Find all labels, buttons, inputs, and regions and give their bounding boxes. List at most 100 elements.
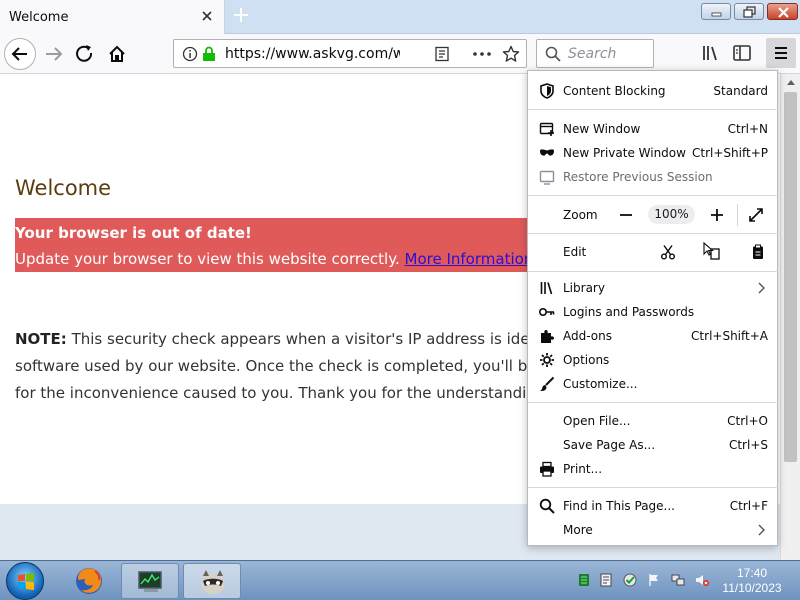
menu-shortcut: Ctrl+N — [727, 122, 768, 136]
app-menu-panel: Content Blocking Standard New Window Ctr… — [527, 70, 779, 546]
menu-divider — [528, 109, 779, 110]
tray-document-icon[interactable] — [599, 573, 613, 587]
tab-strip: Welcome — [0, 0, 800, 34]
note-text-1: This security check appears when a visit… — [71, 330, 578, 348]
menu-item-find[interactable]: Find in This Page... Ctrl+F — [528, 494, 779, 518]
taskbar-firefox[interactable] — [60, 563, 118, 599]
restore-button[interactable] — [734, 3, 764, 20]
bookmark-star-icon[interactable] — [502, 45, 520, 63]
library-icon[interactable] — [700, 42, 722, 64]
home-icon — [109, 45, 125, 62]
taskbar-task-manager[interactable] — [121, 563, 179, 599]
sidebar-icon[interactable] — [731, 42, 753, 64]
menu-divider — [528, 195, 779, 196]
banner-message-text: Update your browser to view this website… — [15, 250, 400, 268]
chevron-right-icon — [758, 282, 765, 294]
cut-scissors-icon[interactable] — [660, 244, 676, 260]
menu-item-library[interactable]: Library — [528, 276, 779, 300]
tray-security-check-icon[interactable] — [623, 573, 637, 587]
content-blocking-status: Standard — [713, 84, 768, 98]
monitor-app-icon — [138, 571, 162, 592]
puzzle-piece-icon — [541, 330, 554, 343]
paste-clipboard-icon[interactable] — [750, 244, 766, 260]
zoom-reset-button[interactable]: 100% — [648, 205, 695, 224]
more-information-link[interactable]: More Information. — [405, 250, 539, 268]
paintbrush-icon — [540, 376, 555, 391]
menu-label: Content Blocking — [563, 84, 666, 98]
banner-message: Update your browser to view this website… — [15, 250, 538, 268]
open-menu-button[interactable] — [766, 38, 796, 68]
tray-flag-icon[interactable] — [647, 573, 661, 587]
forward-button[interactable] — [38, 38, 70, 70]
scroll-up-arrow-icon[interactable] — [786, 78, 796, 86]
menu-item-content-blocking[interactable]: Content Blocking Standard — [528, 79, 779, 103]
restore-icon — [743, 6, 756, 18]
menu-item-options[interactable]: Options — [528, 348, 779, 372]
new-window-icon — [539, 122, 554, 136]
windows-logo-icon — [18, 573, 34, 590]
reload-button[interactable] — [69, 38, 101, 70]
menu-label: Find in This Page... — [563, 499, 675, 513]
new-tab-icon[interactable] — [232, 6, 250, 24]
menu-label: Zoom — [563, 208, 598, 222]
lock-icon[interactable] — [202, 46, 216, 62]
menu-item-save-page[interactable]: Save Page As... Ctrl+S — [528, 433, 779, 457]
taskbar-raccoon-app[interactable] — [183, 563, 241, 599]
reload-icon — [76, 45, 93, 62]
note-line-2: software used by our website. Once the c… — [15, 357, 585, 375]
menu-divider — [528, 233, 779, 234]
zoom-divider — [737, 204, 738, 226]
fullscreen-icon[interactable] — [748, 207, 764, 223]
hamburger-menu-icon — [775, 47, 787, 59]
zoom-out-icon[interactable] — [618, 207, 634, 223]
raccoon-app-icon — [201, 570, 225, 594]
tray-volume-muted-icon[interactable] — [695, 573, 709, 587]
close-icon — [778, 7, 789, 18]
menu-item-restore-session[interactable]: Restore Previous Session — [528, 165, 779, 189]
menu-label: Open File... — [563, 414, 631, 428]
menu-shortcut: Ctrl+Shift+A — [691, 329, 768, 343]
tab-welcome[interactable]: Welcome — [0, 0, 225, 34]
search-input[interactable]: Search — [536, 39, 654, 68]
back-arrow-icon — [11, 47, 27, 61]
menu-label: Edit — [563, 245, 587, 259]
info-icon[interactable] — [182, 46, 198, 62]
menu-shortcut: Ctrl+S — [728, 438, 768, 452]
home-button[interactable] — [101, 38, 133, 70]
menu-item-new-window[interactable]: New Window Ctrl+N — [528, 117, 779, 141]
close-tab-icon[interactable] — [199, 8, 215, 24]
menu-item-customize[interactable]: Customize... — [528, 372, 779, 396]
tray-clock[interactable]: 17:40 11/10/2023 — [722, 566, 782, 596]
scrollbar-thumb[interactable] — [784, 92, 797, 462]
close-window-button[interactable] — [767, 3, 798, 20]
page-actions-icon[interactable] — [472, 46, 492, 62]
search-icon — [539, 498, 555, 514]
chevron-right-icon — [758, 524, 765, 536]
zoom-in-icon[interactable] — [709, 207, 725, 223]
menu-item-more[interactable]: More — [528, 518, 779, 542]
tray-network-icon[interactable] — [671, 573, 685, 587]
menu-item-new-private-window[interactable]: New Private Window Ctrl+Shift+P — [528, 141, 779, 165]
menu-item-open-file[interactable]: Open File... Ctrl+O — [528, 409, 779, 433]
page-scrollbar[interactable] — [780, 74, 800, 560]
menu-shortcut: Ctrl+F — [729, 499, 768, 513]
url-bar[interactable]: https://www.askvg.com/wha — [173, 39, 527, 68]
forward-arrow-icon — [46, 47, 63, 61]
banner-title: Your browser is out of date! — [15, 224, 252, 242]
gear-icon — [540, 353, 554, 367]
tray-network-meter-icon[interactable] — [577, 573, 591, 587]
nav-bar: https://www.askvg.com/wha Search — [0, 34, 800, 74]
menu-item-logins[interactable]: Logins and Passwords — [528, 300, 779, 324]
menu-item-print[interactable]: Print... — [528, 457, 779, 481]
menu-label: Logins and Passwords — [563, 305, 695, 319]
menu-item-addons[interactable]: Add-ons Ctrl+Shift+A — [528, 324, 779, 348]
copy-icon[interactable] — [702, 242, 722, 262]
minimize-button[interactable] — [701, 3, 731, 20]
menu-label: New Window — [563, 122, 641, 136]
back-button[interactable] — [4, 38, 36, 70]
url-text[interactable]: https://www.askvg.com/wha — [225, 46, 400, 62]
reader-view-icon[interactable] — [434, 46, 450, 62]
search-placeholder: Search — [568, 46, 617, 62]
start-button[interactable] — [6, 562, 44, 600]
menu-label: New Private Window — [563, 146, 686, 160]
